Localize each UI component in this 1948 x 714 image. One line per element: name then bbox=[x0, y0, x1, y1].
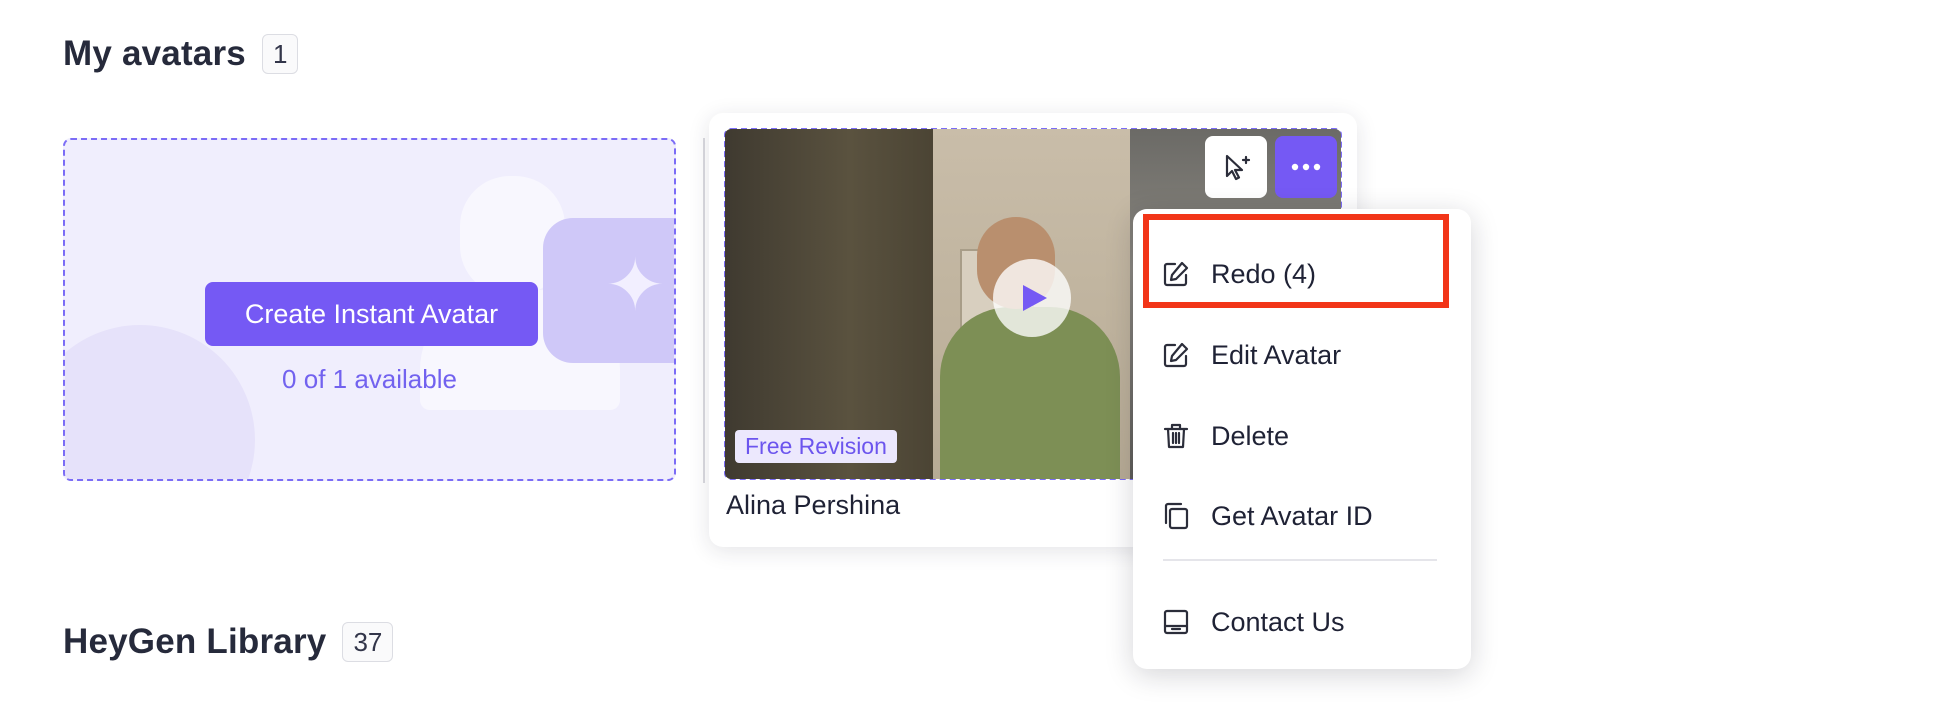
menu-item-label: Get Avatar ID bbox=[1211, 500, 1373, 531]
decorative-circle bbox=[65, 325, 255, 479]
cursor-plus-icon bbox=[1225, 154, 1251, 181]
menu-item-contact-us[interactable]: Contact Us bbox=[1161, 592, 1451, 652]
menu-item-get-avatar-id[interactable]: Get Avatar ID bbox=[1161, 486, 1451, 546]
library-title: HeyGen Library bbox=[63, 622, 327, 661]
select-avatar-button[interactable] bbox=[1205, 136, 1267, 198]
availability-text: 0 of 1 available bbox=[282, 364, 457, 394]
menu-item-redo[interactable]: Redo (4) bbox=[1161, 244, 1451, 304]
menu-item-edit-avatar[interactable]: Edit Avatar bbox=[1161, 325, 1451, 385]
my-avatars-header: My avatars 1 bbox=[63, 34, 299, 74]
my-avatars-title: My avatars bbox=[63, 34, 246, 73]
thumbnail-background-left bbox=[725, 129, 933, 479]
menu-item-label: Delete bbox=[1211, 420, 1290, 451]
copy-icon bbox=[1161, 501, 1191, 531]
menu-item-label: Contact Us bbox=[1211, 606, 1345, 637]
create-instant-avatar-button[interactable]: Create Instant Avatar bbox=[205, 282, 538, 346]
menu-item-delete[interactable]: Delete bbox=[1161, 406, 1451, 466]
sparkle-icon: ✦ bbox=[605, 246, 666, 326]
avatar-name: Alina Pershina bbox=[726, 490, 901, 520]
heygen-library-header: HeyGen Library 37 bbox=[63, 622, 394, 662]
play-button[interactable] bbox=[993, 259, 1071, 337]
menu-item-label: Redo (4) bbox=[1211, 258, 1317, 289]
play-icon bbox=[1023, 285, 1047, 311]
free-revision-tag: Free Revision bbox=[735, 430, 897, 463]
trash-icon bbox=[1161, 421, 1191, 451]
edit-icon bbox=[1161, 340, 1191, 370]
edit-icon bbox=[1161, 259, 1191, 289]
message-icon bbox=[1161, 607, 1191, 637]
menu-item-label: Edit Avatar bbox=[1211, 339, 1342, 370]
library-count-badge: 37 bbox=[342, 622, 394, 662]
my-avatars-count-badge: 1 bbox=[261, 34, 299, 74]
vertical-divider bbox=[703, 138, 705, 483]
create-instant-avatar-card[interactable]: ✦ Create Instant Avatar 0 of 1 available bbox=[63, 138, 676, 481]
more-options-button[interactable] bbox=[1275, 136, 1337, 198]
menu-divider bbox=[1163, 559, 1437, 561]
more-icon bbox=[1291, 163, 1321, 171]
avatar-options-menu: Redo (4) Edit Avatar Delete Get Avatar I… bbox=[1133, 209, 1471, 669]
